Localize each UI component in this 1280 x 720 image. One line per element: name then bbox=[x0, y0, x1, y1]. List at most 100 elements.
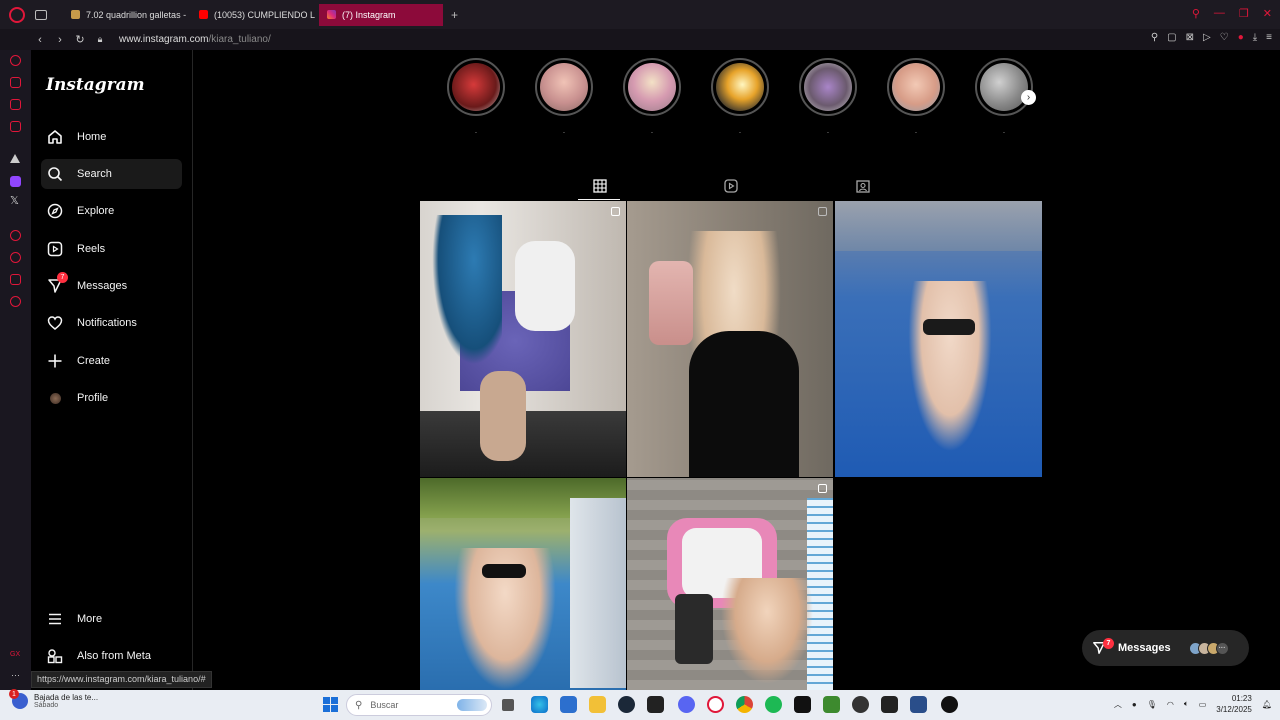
app-icon[interactable] bbox=[881, 696, 898, 713]
nav-search[interactable]: Search bbox=[41, 159, 182, 189]
history-icon[interactable] bbox=[10, 252, 21, 263]
windows-start-icon[interactable] bbox=[323, 697, 338, 712]
story-highlight[interactable] bbox=[975, 58, 1033, 116]
sidebar-more-icon[interactable]: ··· bbox=[11, 670, 20, 680]
tab-instagram[interactable]: (7) Instagram bbox=[319, 3, 443, 26]
post-thumbnail[interactable] bbox=[835, 201, 1042, 477]
weather-news-widget[interactable]: 1 Bajada de las te... Sábado bbox=[9, 689, 98, 709]
opera-gx-icon[interactable] bbox=[707, 696, 724, 713]
story-label: . bbox=[474, 126, 478, 135]
app-icon[interactable] bbox=[910, 696, 927, 713]
player-sidebar-icon[interactable] bbox=[10, 230, 21, 241]
file-explorer-icon[interactable] bbox=[589, 696, 606, 713]
messenger-sidebar-icon[interactable] bbox=[10, 99, 21, 110]
story-highlight[interactable] bbox=[887, 58, 945, 116]
minecraft-icon[interactable] bbox=[823, 696, 840, 713]
epic-games-icon[interactable] bbox=[647, 696, 664, 713]
reels-icon[interactable] bbox=[717, 177, 745, 195]
tray-app-icon[interactable]: ● bbox=[1132, 700, 1137, 709]
new-tab-icon[interactable]: + bbox=[451, 8, 458, 22]
stories-next-icon[interactable]: › bbox=[1021, 90, 1036, 105]
nav-more[interactable]: More bbox=[41, 604, 182, 634]
windows-taskbar: 1 Bajada de las te... Sábado ⚲ Buscar ︿ … bbox=[0, 689, 1280, 720]
x-twitter-icon[interactable]: 𝕏 bbox=[10, 194, 19, 207]
nav-label: Profile bbox=[77, 392, 109, 404]
minimize-icon[interactable]: — bbox=[1214, 7, 1225, 20]
address-bar: ‹ › ↻ 🔒︎ www.instagram.com/kiara_tuliano… bbox=[0, 29, 1280, 50]
tab-galletas[interactable]: 7.02 quadrillion galletas - bbox=[63, 4, 187, 26]
nav-home[interactable]: Home bbox=[41, 122, 182, 152]
discord-icon[interactable] bbox=[678, 696, 695, 713]
clock[interactable]: 01:23 3/12/2025 bbox=[1216, 693, 1252, 715]
download-icon[interactable]: ⤓ bbox=[1253, 32, 1257, 43]
post-thumbnail[interactable] bbox=[420, 201, 626, 477]
pin-icon[interactable]: ⚲ bbox=[1151, 32, 1158, 43]
extension-icon[interactable]: ⊠ bbox=[1186, 32, 1194, 43]
post-thumbnail[interactable] bbox=[627, 478, 833, 690]
chrome-icon[interactable] bbox=[736, 696, 753, 713]
tray-overflow-icon[interactable]: ︿ bbox=[1114, 699, 1122, 710]
notifications-icon[interactable]: 🔔︎ bbox=[1262, 700, 1272, 709]
twitch-icon[interactable] bbox=[10, 176, 21, 187]
instagram-logo[interactable]: Instagram bbox=[46, 75, 145, 95]
forward-icon[interactable]: › bbox=[53, 34, 67, 46]
story-highlight[interactable] bbox=[799, 58, 857, 116]
steam-icon[interactable] bbox=[618, 696, 635, 713]
back-icon[interactable]: ‹ bbox=[33, 34, 47, 46]
url-field[interactable]: www.instagram.com/kiara_tuliano/ bbox=[119, 34, 271, 45]
nav-notifications[interactable]: Notifications bbox=[41, 308, 182, 338]
instagram-nav: Instagram Home Search Explore Reels 7 Me… bbox=[31, 50, 193, 690]
gx-icon[interactable]: GX bbox=[10, 651, 20, 658]
tab-search-icon[interactable]: ⚲ bbox=[1192, 7, 1200, 20]
battery-icon[interactable]: ▭ bbox=[1199, 700, 1207, 709]
nav-explore[interactable]: Explore bbox=[41, 196, 182, 226]
tab-youtube[interactable]: (10053) CUMPLIENDO LA bbox=[191, 4, 315, 26]
spotify-icon[interactable] bbox=[765, 696, 782, 713]
nav-profile[interactable]: Profile bbox=[41, 383, 182, 413]
maximize-icon[interactable]: ❐ bbox=[1239, 7, 1249, 20]
workspace-icon[interactable] bbox=[10, 154, 20, 163]
nav-messages[interactable]: 7 Messages bbox=[41, 271, 182, 301]
close-icon[interactable]: ✕ bbox=[1263, 7, 1272, 20]
pinboard-icon[interactable] bbox=[10, 274, 21, 285]
volume-icon[interactable]: 🔈︎ bbox=[1184, 699, 1189, 709]
opera-menu-icon[interactable] bbox=[9, 6, 25, 23]
easy-setup-icon[interactable]: ≡ bbox=[1266, 32, 1272, 43]
capcut-icon[interactable] bbox=[794, 696, 811, 713]
profile-icon[interactable]: ● bbox=[1238, 32, 1244, 43]
snapshot-icon[interactable]: ▢ bbox=[1167, 32, 1176, 43]
player-icon[interactable]: ▷ bbox=[1203, 32, 1211, 43]
obs-icon[interactable] bbox=[852, 696, 869, 713]
aria-icon[interactable] bbox=[10, 55, 21, 66]
edge-icon[interactable] bbox=[531, 696, 548, 713]
settings-icon[interactable] bbox=[10, 296, 21, 307]
news-icon: 1 bbox=[9, 689, 28, 709]
bookmark-heart-icon[interactable]: ♡ bbox=[1220, 32, 1229, 43]
crypto-wallet-icon[interactable] bbox=[10, 77, 21, 88]
wifi-icon[interactable]: ◠ bbox=[1167, 700, 1174, 709]
messages-floating-button[interactable]: 7 Messages ··· bbox=[1082, 630, 1249, 666]
home-icon bbox=[46, 128, 64, 146]
task-view-icon[interactable] bbox=[502, 699, 514, 711]
profile-main: . . . . . . . › bbox=[193, 50, 1280, 690]
microphone-icon[interactable]: 🎙︎ bbox=[1147, 700, 1157, 709]
nav-reels[interactable]: Reels bbox=[41, 234, 182, 264]
story-highlight[interactable] bbox=[535, 58, 593, 116]
post-thumbnail[interactable] bbox=[420, 478, 626, 690]
post-thumbnail[interactable] bbox=[627, 201, 833, 477]
reload-icon[interactable]: ↻ bbox=[73, 33, 87, 46]
story-highlight[interactable] bbox=[447, 58, 505, 116]
grid-icon[interactable] bbox=[586, 177, 614, 195]
tab-islands-icon[interactable] bbox=[35, 9, 47, 20]
store-icon[interactable] bbox=[560, 696, 577, 713]
nav-create[interactable]: Create bbox=[41, 346, 182, 376]
messenger-icon: 7 bbox=[46, 272, 68, 295]
tagged-icon[interactable] bbox=[849, 177, 877, 195]
story-highlight[interactable] bbox=[623, 58, 681, 116]
app-icon[interactable] bbox=[941, 696, 958, 713]
nav-label: More bbox=[77, 613, 103, 625]
taskbar-search[interactable]: ⚲ Buscar bbox=[346, 694, 492, 716]
whatsapp-sidebar-icon[interactable] bbox=[10, 121, 21, 132]
story-highlight[interactable] bbox=[711, 58, 769, 116]
nav-also-from-meta[interactable]: Also from Meta bbox=[41, 641, 182, 671]
